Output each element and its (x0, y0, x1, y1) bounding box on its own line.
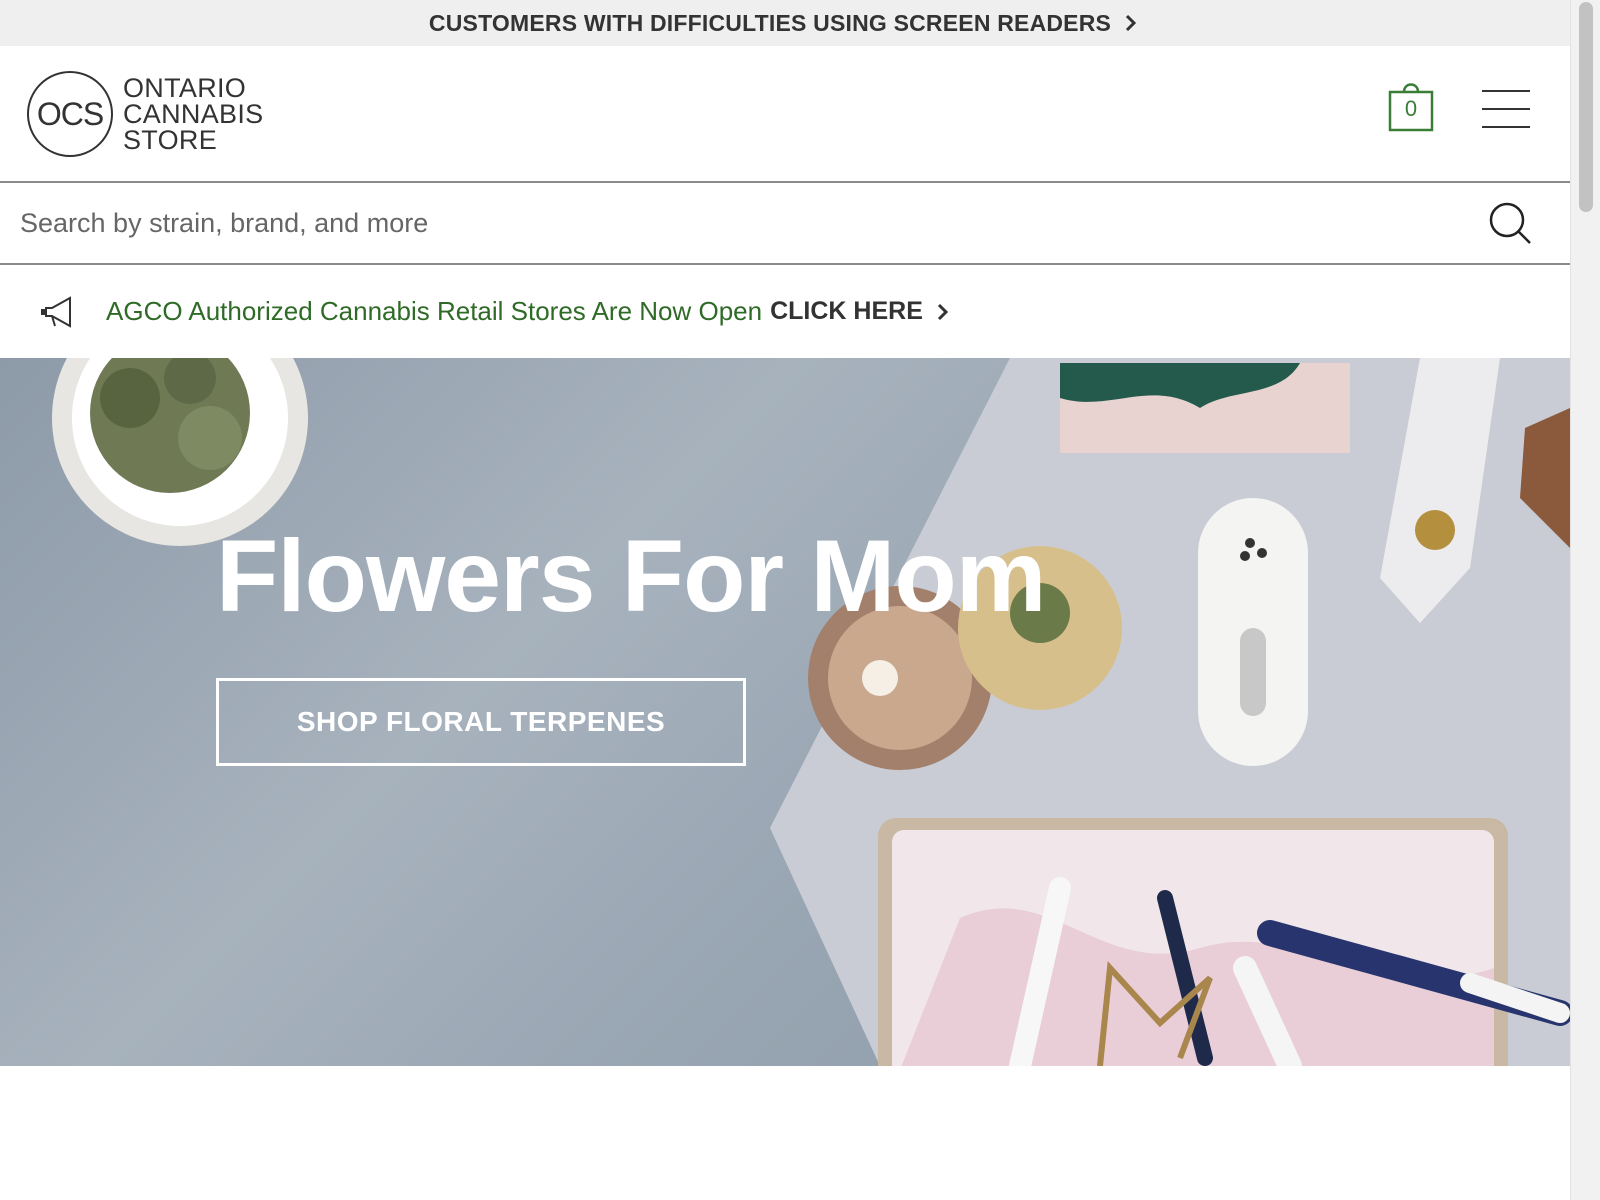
hero-button-label: SHOP FLORAL TERPENES (296, 706, 666, 737)
site-header: OCS ONTARIO CANNABIS STORE 0 (0, 46, 1570, 183)
announcement-click-here-link[interactable]: CLICK HERE (770, 297, 951, 326)
screen-reader-help-bar[interactable]: CUSTOMERS WITH DIFFICULTIES USING SCREEN… (0, 0, 1570, 46)
announcement-cta-label: CLICK HERE (770, 297, 923, 325)
page-scrollbar[interactable] (1570, 0, 1600, 1200)
shop-floral-terpenes-button[interactable]: SHOP FLORAL TERPENES (216, 678, 746, 766)
hero-title: Flowers For Mom (216, 519, 1046, 633)
menu-line (1482, 126, 1530, 128)
logo-line-1: ONTARIO (123, 73, 247, 103)
menu-line (1482, 90, 1530, 92)
announcement-message: AGCO Authorized Cannabis Retail Stores A… (106, 296, 763, 326)
search-bar (0, 183, 1570, 265)
logo-wordmark: ONTARIO CANNABIS STORE (123, 73, 264, 155)
search-input[interactable] (0, 183, 1460, 263)
logo-line-3: STORE (123, 125, 218, 155)
chevron-right-icon (937, 303, 949, 320)
hero-banner: Flowers For Mom SHOP FLORAL TERPENES (0, 358, 1570, 1066)
hamburger-menu-icon[interactable] (1482, 88, 1530, 128)
chevron-right-icon (1121, 13, 1141, 33)
ocs-logo[interactable]: OCS ONTARIO CANNABIS STORE (27, 71, 263, 157)
menu-line (1482, 108, 1530, 110)
logo-line-2: CANNABIS (123, 99, 264, 129)
cart-count: 0 (1404, 96, 1418, 121)
scrollbar-thumb[interactable] (1579, 2, 1593, 212)
logo-mark: OCS (27, 71, 113, 157)
screen-reader-help-link[interactable]: CUSTOMERS WITH DIFFICULTIES USING SCREEN… (429, 10, 1111, 37)
announcement-banner[interactable]: AGCO Authorized Cannabis Retail Stores A… (0, 265, 1570, 358)
megaphone-icon (40, 292, 80, 332)
cart-button[interactable]: 0 (1388, 78, 1434, 134)
page: CUSTOMERS WITH DIFFICULTIES USING SCREEN… (0, 0, 1570, 1200)
search-icon[interactable] (1488, 201, 1532, 245)
